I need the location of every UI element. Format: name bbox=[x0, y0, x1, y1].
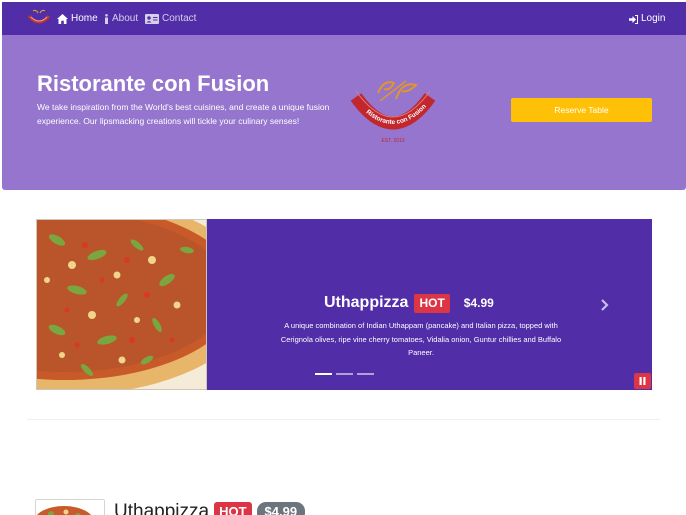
info-icon bbox=[105, 14, 108, 24]
slide-price: $4.99 bbox=[463, 296, 494, 310]
media-pizza-image bbox=[36, 500, 104, 515]
restaurant-logo-icon[interactable] bbox=[27, 8, 51, 29]
nav-contact-label: Contact bbox=[162, 13, 197, 24]
carousel-indicator-2[interactable] bbox=[336, 373, 353, 375]
section-divider bbox=[27, 419, 660, 420]
carousel-pause-button[interactable] bbox=[634, 373, 651, 389]
nav-about-link[interactable]: About bbox=[104, 12, 138, 26]
slide-heading: Uthappizza HOT $4.99 bbox=[324, 293, 494, 313]
media-price-badge: $4.99 bbox=[256, 502, 306, 515]
address-card-icon bbox=[145, 14, 159, 24]
media-dish-name: Uthappizza bbox=[114, 501, 210, 515]
sign-in-icon bbox=[629, 14, 638, 24]
nav-home-link[interactable]: Home bbox=[57, 12, 98, 26]
carousel-indicator-3[interactable] bbox=[357, 373, 374, 375]
promo-carousel: Uthappizza HOT $4.99 A unique combinatio… bbox=[36, 219, 652, 390]
nav-about-label: About bbox=[112, 13, 139, 24]
jumbotron: Ristorante con Fusion We take inspiratio… bbox=[2, 35, 686, 190]
media-hot-badge: HOT bbox=[214, 502, 252, 515]
slide-dish-name: Uthappizza bbox=[324, 294, 409, 311]
restaurant-logo: Ristorante con Fusion EST. 2013 bbox=[350, 80, 436, 144]
media-heading: Uthappizza HOT $4.99 bbox=[114, 500, 306, 515]
nav-contact-link[interactable]: Contact bbox=[145, 12, 196, 26]
page: Home About Contact Login Ristorante con … bbox=[0, 0, 686, 515]
carousel-indicators bbox=[315, 373, 374, 375]
carousel-indicator-1[interactable] bbox=[315, 373, 332, 375]
chevron-right-icon bbox=[601, 299, 609, 311]
logo-est-text: EST. 2013 bbox=[381, 138, 404, 144]
home-icon bbox=[57, 14, 68, 24]
slide-description: A unique combination of Indian Uthappam … bbox=[280, 321, 562, 357]
jumbotron-description: We take inspiration from the World's bes… bbox=[37, 102, 330, 126]
media-thumbnail bbox=[35, 499, 105, 515]
reserve-table-button[interactable]: Reserve Table bbox=[511, 98, 652, 122]
nav-home-label: Home bbox=[71, 13, 98, 24]
carousel-next-button[interactable] bbox=[599, 298, 611, 312]
hot-badge: HOT bbox=[414, 293, 450, 313]
pizza-illustration bbox=[37, 220, 206, 389]
navbar: Home About Contact Login bbox=[2, 2, 686, 35]
login-label: Login bbox=[641, 13, 666, 24]
login-link[interactable]: Login bbox=[629, 12, 665, 26]
page-title: Ristorante con Fusion bbox=[37, 71, 270, 96]
uthappizza-image bbox=[36, 219, 207, 390]
pause-icon bbox=[639, 377, 646, 385]
